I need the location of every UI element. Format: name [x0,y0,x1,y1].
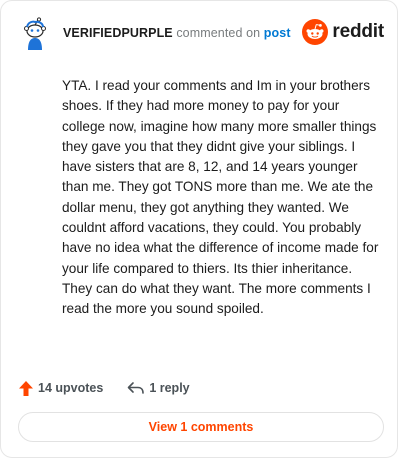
reddit-alien-icon [302,19,329,45]
reddit-logo[interactable]: reddit [302,18,384,46]
comment-header: VERIFIEDPURPLE commented on post reddit [18,16,384,50]
reddit-wordmark: reddit [332,21,384,42]
upvote-arrow-icon [19,380,33,396]
post-link[interactable]: post [264,26,291,40]
comment-actions: 14 upvotes 1 reply [18,377,190,399]
comment-action-text: commented on [176,26,261,40]
reply-button[interactable]: 1 reply [127,381,190,395]
upvote-count: 14 upvotes [38,381,104,395]
comment-card: VERIFIEDPURPLE commented on post reddit … [0,0,398,458]
username[interactable]: VERIFIEDPURPLE [63,26,173,40]
reply-count: 1 reply [149,381,190,395]
comment-body: YTA. I read your comments and Im in your… [62,78,379,317]
comment-meta: VERIFIEDPURPLE commented on post [63,26,291,40]
reply-arrow-icon [128,382,145,394]
snoo-avatar-icon[interactable] [18,16,52,50]
view-comments-button[interactable]: View 1 comments [18,412,384,442]
upvote-button[interactable]: 14 upvotes [18,380,103,397]
